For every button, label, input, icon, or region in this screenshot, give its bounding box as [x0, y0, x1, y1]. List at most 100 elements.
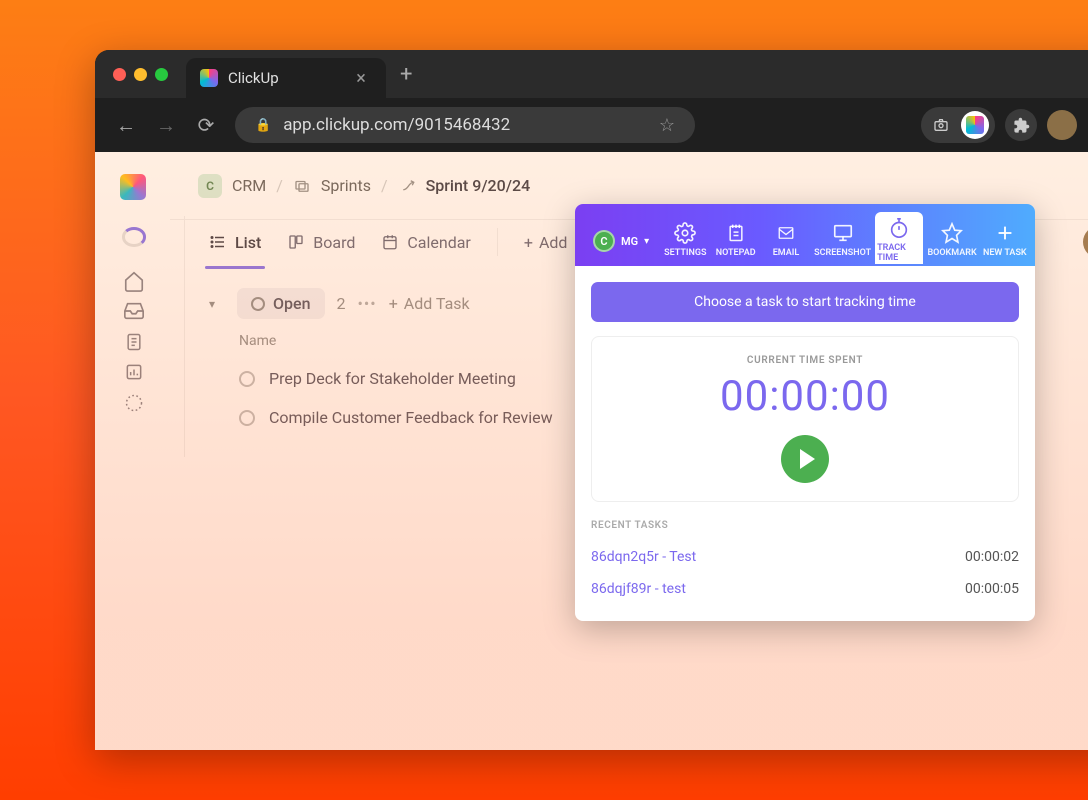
popup-tab-label: SETTINGS	[664, 248, 706, 258]
recent-task-time: 00:00:05	[965, 581, 1019, 597]
task-status-circle-icon[interactable]	[239, 410, 255, 426]
popup-tab-track-time[interactable]: TRACK TIME	[875, 212, 923, 264]
email-icon	[774, 221, 798, 245]
address-bar[interactable]: 🔒 app.clickup.com/9015468432 ☆	[235, 107, 695, 143]
popup-tab-notepad[interactable]: NOTEPAD	[711, 212, 759, 264]
add-task-label: Add Task	[404, 294, 470, 313]
status-open-icon	[251, 297, 265, 311]
popup-tab-label: EMAIL	[773, 248, 800, 258]
play-icon	[800, 449, 815, 469]
forward-button[interactable]: →	[155, 113, 177, 138]
popup-tab-label: NEW TASK	[983, 248, 1027, 258]
collapse-chevron-icon[interactable]: ▾	[209, 297, 225, 311]
breadcrumb-workspace[interactable]: CRM	[232, 176, 266, 195]
chevron-down-icon: ▾	[644, 236, 649, 247]
stopwatch-icon	[888, 216, 910, 240]
extension-popup: C MG ▾ SETTINGS NOTEPAD EMAIL SC	[575, 204, 1035, 621]
window-titlebar: ClickUp × +	[95, 50, 1088, 98]
view-tab-calendar[interactable]: Calendar	[381, 216, 470, 268]
timer-label: CURRENT TIME SPENT	[610, 355, 1000, 366]
view-tab-list[interactable]: List	[209, 216, 261, 268]
popup-tab-bookmark[interactable]: BOOKMARK	[925, 212, 978, 264]
add-view-button[interactable]: + Add	[524, 233, 568, 252]
recent-tasks-label: RECENT TASKS	[591, 520, 1019, 531]
camera-extension-icon[interactable]	[927, 111, 955, 139]
play-button[interactable]	[781, 435, 829, 483]
user-workspace-label: MG	[621, 235, 638, 248]
user-avatar-badge: C	[593, 230, 615, 252]
docs-icon[interactable]	[115, 328, 153, 357]
gear-icon	[674, 221, 696, 245]
window-close-button[interactable]	[113, 68, 126, 81]
breadcrumb-list[interactable]: Sprint 9/20/24	[426, 176, 531, 195]
profile-avatar[interactable]	[1047, 110, 1077, 140]
popup-tab-settings[interactable]: SETTINGS	[661, 212, 709, 264]
monitor-icon	[831, 221, 855, 245]
url-text: app.clickup.com/9015468432	[283, 115, 510, 135]
popup-tab-label: NOTEPAD	[716, 248, 756, 258]
view-tab-board[interactable]: Board	[287, 216, 355, 268]
popup-tab-email[interactable]: EMAIL	[762, 212, 810, 264]
left-nav-rail	[110, 217, 158, 417]
add-task-inline-button[interactable]: + Add Task	[389, 294, 470, 313]
plus-icon: +	[524, 233, 533, 252]
popup-user-selector[interactable]: C MG ▾	[581, 230, 659, 264]
breadcrumb-folder[interactable]: Sprints	[321, 176, 371, 195]
loading-spinner-icon	[122, 227, 146, 247]
plus-icon	[994, 221, 1016, 245]
tab-title: ClickUp	[228, 69, 279, 87]
status-count: 2	[337, 294, 346, 313]
new-tab-button[interactable]: +	[400, 62, 412, 87]
plus-icon: +	[389, 294, 398, 313]
timer-value: 00:00:00	[610, 372, 1000, 421]
add-view-label: Add	[539, 233, 567, 252]
extension-group: ⋮	[921, 107, 1088, 143]
browser-toolbar: ← → ⟳ 🔒 app.clickup.com/9015468432 ☆ ⋮	[95, 98, 1088, 152]
dashboards-icon[interactable]	[115, 358, 153, 387]
home-icon[interactable]	[115, 267, 153, 296]
recent-task-row[interactable]: 86dqn2q5r - Test 00:00:02	[591, 541, 1019, 573]
sprint-icon	[398, 177, 416, 195]
bookmark-star-icon[interactable]: ☆	[659, 115, 675, 136]
clickup-logo-icon[interactable]	[120, 174, 146, 200]
popup-tab-label: SCREENSHOT	[814, 248, 871, 258]
more-apps-icon[interactable]	[115, 389, 153, 418]
view-separator	[497, 228, 498, 256]
view-tab-label: List	[235, 233, 261, 252]
popup-tab-new-task[interactable]: NEW TASK	[981, 212, 1029, 264]
recent-task-row[interactable]: 86dqjf89r - test 00:00:05	[591, 573, 1019, 605]
lock-icon: 🔒	[255, 118, 271, 133]
timer-card: CURRENT TIME SPENT 00:00:00	[591, 336, 1019, 502]
breadcrumb-separator: /	[381, 176, 388, 195]
task-title: Compile Customer Feedback for Review	[269, 408, 553, 427]
popup-tab-screenshot[interactable]: SCREENSHOT	[812, 212, 873, 264]
right-rail	[1083, 226, 1088, 300]
status-label: Open	[273, 294, 311, 313]
recent-task-name: 86dqn2q5r - Test	[591, 549, 696, 565]
extension-pill	[921, 107, 995, 143]
status-more-icon[interactable]: •••	[358, 294, 377, 313]
browser-tab[interactable]: ClickUp ×	[186, 58, 386, 98]
window-maximize-button[interactable]	[155, 68, 168, 81]
extensions-menu-icon[interactable]	[1005, 109, 1037, 141]
back-button[interactable]: ←	[115, 113, 137, 138]
tab-strip: ClickUp × +	[186, 50, 412, 98]
task-status-circle-icon[interactable]	[239, 371, 255, 387]
inbox-icon[interactable]	[115, 297, 153, 326]
star-icon	[941, 221, 963, 245]
close-tab-icon[interactable]: ×	[350, 68, 372, 89]
window-minimize-button[interactable]	[134, 68, 147, 81]
clickup-extension-icon[interactable]	[961, 111, 989, 139]
popup-tab-label: BOOKMARK	[927, 248, 976, 258]
reload-button[interactable]: ⟳	[195, 113, 217, 137]
recent-task-name: 86dqjf89r - test	[591, 581, 686, 597]
notepad-icon	[726, 221, 746, 245]
view-tab-label: Board	[313, 233, 355, 252]
status-open-pill[interactable]: Open	[237, 288, 325, 319]
workspace-badge[interactable]: C	[198, 174, 222, 198]
traffic-lights	[113, 68, 168, 81]
popup-header: C MG ▾ SETTINGS NOTEPAD EMAIL SC	[575, 204, 1035, 266]
user-avatar[interactable]	[1083, 226, 1088, 258]
choose-task-button[interactable]: Choose a task to start tracking time	[591, 282, 1019, 322]
task-title: Prep Deck for Stakeholder Meeting	[269, 369, 516, 388]
